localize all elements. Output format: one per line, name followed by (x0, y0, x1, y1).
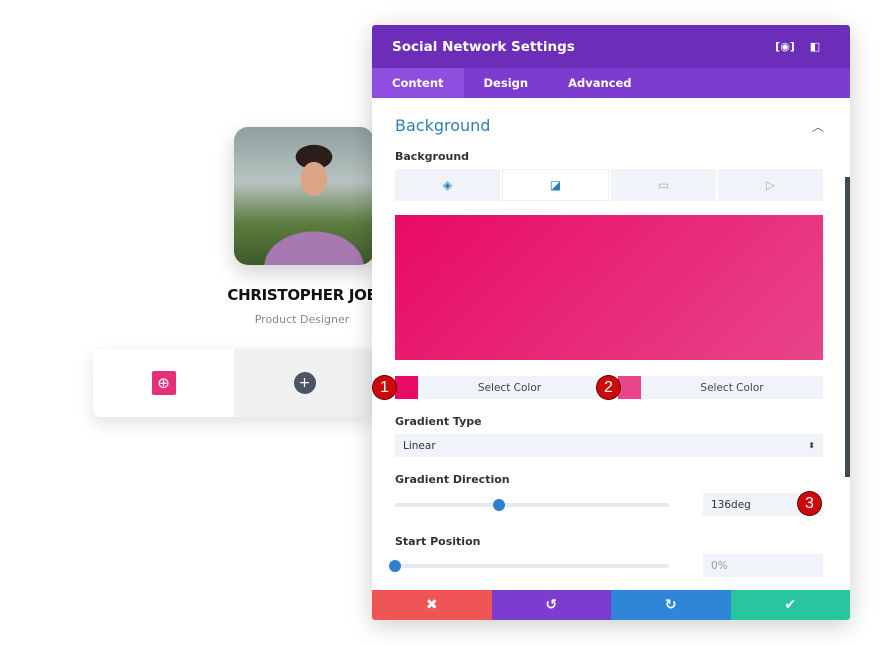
fullscreen-icon[interactable]: [◉] (770, 40, 800, 53)
background-label: Background (395, 150, 470, 163)
profile-photo (234, 127, 374, 265)
select-color-2[interactable]: Select Color (641, 376, 823, 399)
badge-3: 3 (798, 492, 821, 515)
color-picker-1[interactable]: Select Color (395, 376, 601, 399)
select-color-1[interactable]: Select Color (418, 376, 601, 399)
color-swatch-1[interactable] (395, 376, 418, 399)
badge-2: 2 (597, 376, 620, 399)
panel-header: Social Network Settings [◉] ◧ (372, 25, 850, 68)
profile-name: CHRISTOPHER JOE (227, 286, 377, 304)
panel-title: Social Network Settings (392, 38, 575, 55)
tab-design[interactable]: Design (464, 68, 549, 98)
dribbble-icon: ⊕ (151, 371, 176, 395)
tab-content[interactable]: Content (372, 68, 464, 98)
tab-advanced[interactable]: Advanced (548, 68, 651, 98)
gradient-preview (395, 215, 823, 360)
panel-footer: ✖ ↺ ↻ ✔ (372, 590, 850, 620)
gradient-direction-label: Gradient Direction (395, 473, 510, 486)
save-button[interactable]: ✔ (730, 590, 850, 620)
settings-panel: Social Network Settings [◉] ◧ Content De… (372, 25, 850, 620)
cancel-button[interactable]: ✖ (372, 590, 492, 620)
plus-icon: + (293, 372, 316, 394)
panel-tabs: Content Design Advanced (372, 68, 850, 98)
gradient-type-select[interactable]: Linear ⬍ (395, 434, 823, 457)
start-slider[interactable] (389, 560, 669, 572)
paint-bucket-icon[interactable]: ◈ (395, 169, 500, 201)
social-item[interactable]: ⊕ (93, 349, 234, 417)
color-swatch-2[interactable] (618, 376, 641, 399)
chevron-up-icon[interactable]: ︿ (812, 118, 824, 135)
video-icon[interactable]: ▷ (718, 169, 823, 201)
image-icon[interactable]: ▭ (611, 169, 716, 201)
gradient-icon[interactable]: ◪ (502, 169, 609, 201)
start-position-label: Start Position (395, 535, 481, 548)
color-picker-2[interactable]: Select Color (618, 376, 823, 399)
start-slider-handle[interactable] (389, 560, 401, 572)
gradient-type-label: Gradient Type (395, 415, 482, 428)
direction-slider-handle[interactable] (492, 499, 505, 511)
redo-button[interactable]: ↻ (611, 590, 731, 620)
profile-role: Product Designer (254, 313, 350, 326)
badge-1: 1 (373, 376, 396, 399)
sidebar-toggle-icon[interactable]: ◧ (800, 40, 830, 53)
social-bar: ⊕ + (93, 349, 375, 417)
scrollbar[interactable] (845, 177, 850, 477)
background-type-tabs: ◈ ◪ ▭ ▷ (395, 169, 823, 201)
gradient-type-value: Linear (403, 439, 436, 452)
direction-slider[interactable] (395, 499, 669, 511)
undo-button[interactable]: ↺ (491, 590, 611, 620)
add-social-button[interactable]: + (234, 349, 375, 417)
select-arrows-icon: ⬍ (808, 441, 815, 450)
start-input[interactable]: 0% (703, 554, 823, 577)
section-title[interactable]: Background (395, 116, 490, 135)
